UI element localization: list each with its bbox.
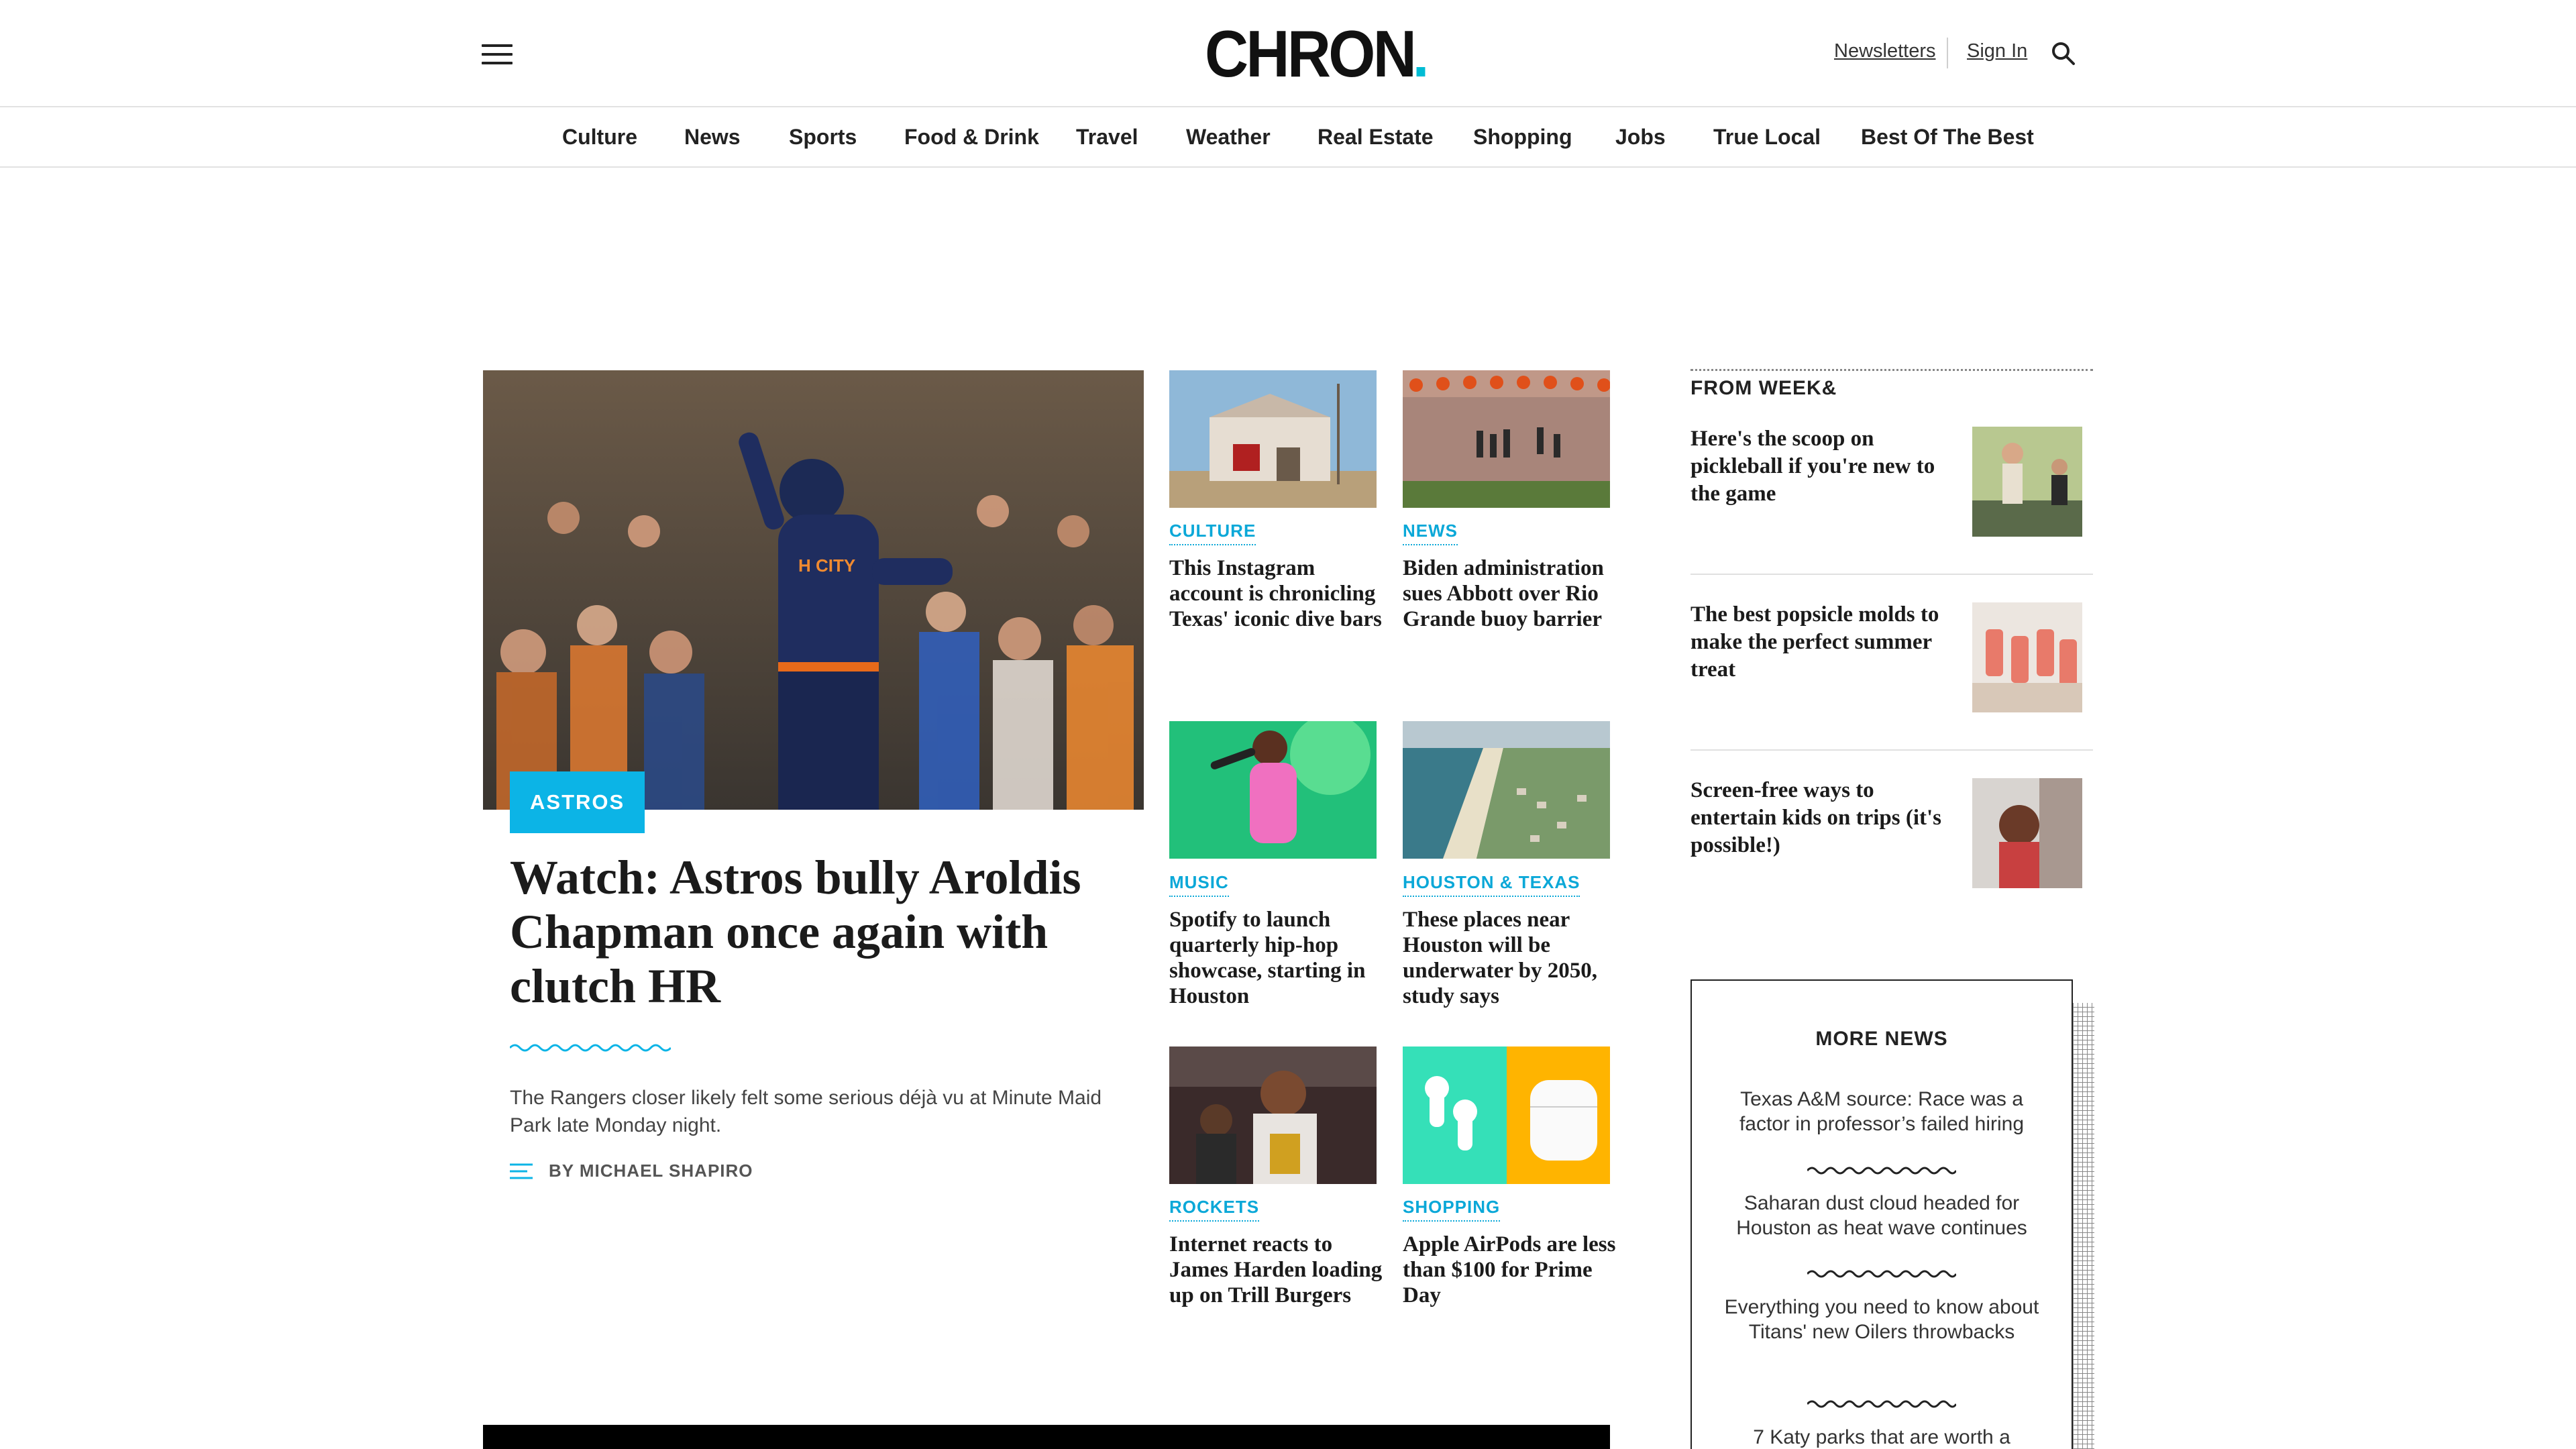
more-news-heading: MORE NEWS	[1815, 1028, 1948, 1050]
card-image-harden[interactable]	[1169, 1046, 1377, 1184]
menu-icon[interactable]	[482, 44, 513, 64]
card-category[interactable]: NEWS	[1403, 521, 1458, 545]
wave-divider	[510, 1044, 671, 1052]
more-news-item[interactable]: 7 Katy parks that are worth a	[1717, 1425, 2046, 1449]
card-category[interactable]: HOUSTON & TEXAS	[1403, 872, 1580, 897]
byline-lines-icon	[510, 1163, 533, 1179]
card-headline[interactable]: This Instagram account is chronicling Te…	[1169, 555, 1384, 632]
wave-divider	[1807, 1270, 1956, 1278]
wave-divider	[1807, 1400, 1956, 1408]
more-news-item[interactable]: Everything you need to know about Titans…	[1717, 1295, 2046, 1344]
newsletters-link[interactable]: Newsletters	[1834, 40, 1936, 62]
site-logo[interactable]: CHRON	[1205, 20, 1426, 87]
section-nav: Culture News Sports Food & Drink Travel …	[0, 109, 2576, 168]
card-category[interactable]: MUSIC	[1169, 872, 1229, 897]
card-category[interactable]: ROCKETS	[1169, 1197, 1260, 1222]
card-headline[interactable]: Apple AirPods are less than $100 for Pri…	[1403, 1232, 1617, 1308]
more-news-shadow	[2073, 1003, 2094, 1449]
wave-divider	[1807, 1167, 1956, 1175]
card-image-rio-grande[interactable]	[1403, 370, 1610, 508]
logo-text: CHRON	[1205, 17, 1417, 91]
rail-headline[interactable]: The best popsicle molds to make the perf…	[1690, 601, 1959, 684]
svg-text:H CITY: H CITY	[798, 555, 855, 576]
lead-byline[interactable]: BY MICHAEL SHAPIRO	[549, 1161, 753, 1181]
rail-image-popsicles[interactable]	[1972, 602, 2082, 712]
lead-story-image[interactable]: H CITY	[483, 370, 1144, 810]
nav-shopping[interactable]: Shopping	[1473, 125, 1572, 150]
card-image-spotify[interactable]	[1169, 721, 1377, 859]
card-headline[interactable]: These places near Houston will be underw…	[1403, 907, 1617, 1009]
search-icon[interactable]	[2050, 40, 2077, 67]
rail-image-pickleball[interactable]	[1972, 427, 2082, 537]
rail-headline[interactable]: Screen-free ways to entertain kids on tr…	[1690, 777, 1959, 859]
nav-food-drink[interactable]: Food & Drink	[904, 125, 1039, 150]
more-news-item[interactable]: Saharan dust cloud headed for Houston as…	[1717, 1191, 2046, 1240]
nav-jobs[interactable]: Jobs	[1615, 125, 1666, 150]
nav-culture[interactable]: Culture	[562, 125, 637, 150]
logo-dot	[1416, 67, 1426, 76]
card-headline[interactable]: Biden administration sues Abbott over Ri…	[1403, 555, 1617, 632]
nav-true-local[interactable]: True Local	[1713, 125, 1821, 150]
rail-separator	[1690, 574, 2093, 575]
header-divider	[1947, 38, 1948, 68]
card-image-dive-bars[interactable]	[1169, 370, 1377, 508]
rail-image-kids-trip[interactable]	[1972, 778, 2082, 888]
rail-separator	[1690, 749, 2093, 751]
rail-headline[interactable]: Here's the scoop on pickleball if you're…	[1690, 425, 1959, 508]
nav-travel[interactable]: Travel	[1076, 125, 1138, 150]
rail-top-rule	[1690, 369, 2093, 371]
video-player-bar[interactable]	[483, 1425, 1610, 1449]
lead-headline[interactable]: Watch: Astros bully Aroldis Chapman once…	[510, 851, 1127, 1014]
sign-in-link[interactable]: Sign In	[1967, 40, 2027, 62]
card-category[interactable]: SHOPPING	[1403, 1197, 1501, 1222]
rail-heading: FROM WEEK&	[1690, 377, 1837, 399]
nav-best-of-the-best[interactable]: Best Of The Best	[1861, 125, 2034, 150]
nav-news[interactable]: News	[684, 125, 741, 150]
nav-weather[interactable]: Weather	[1186, 125, 1271, 150]
lead-category-tag[interactable]: ASTROS	[510, 771, 645, 833]
card-category[interactable]: CULTURE	[1169, 521, 1256, 545]
card-headline[interactable]: Spotify to launch quarterly hip-hop show…	[1169, 907, 1384, 1009]
more-news-item[interactable]: Texas A&M source: Race was a factor in p…	[1717, 1087, 2046, 1136]
nav-sports[interactable]: Sports	[789, 125, 857, 150]
card-image-airpods[interactable]	[1403, 1046, 1610, 1184]
nav-real-estate[interactable]: Real Estate	[1318, 125, 1434, 150]
lead-description: The Rangers closer likely felt some seri…	[510, 1087, 1102, 1136]
card-headline[interactable]: Internet reacts to James Harden loading …	[1169, 1232, 1384, 1308]
card-image-coastline[interactable]	[1403, 721, 1610, 859]
